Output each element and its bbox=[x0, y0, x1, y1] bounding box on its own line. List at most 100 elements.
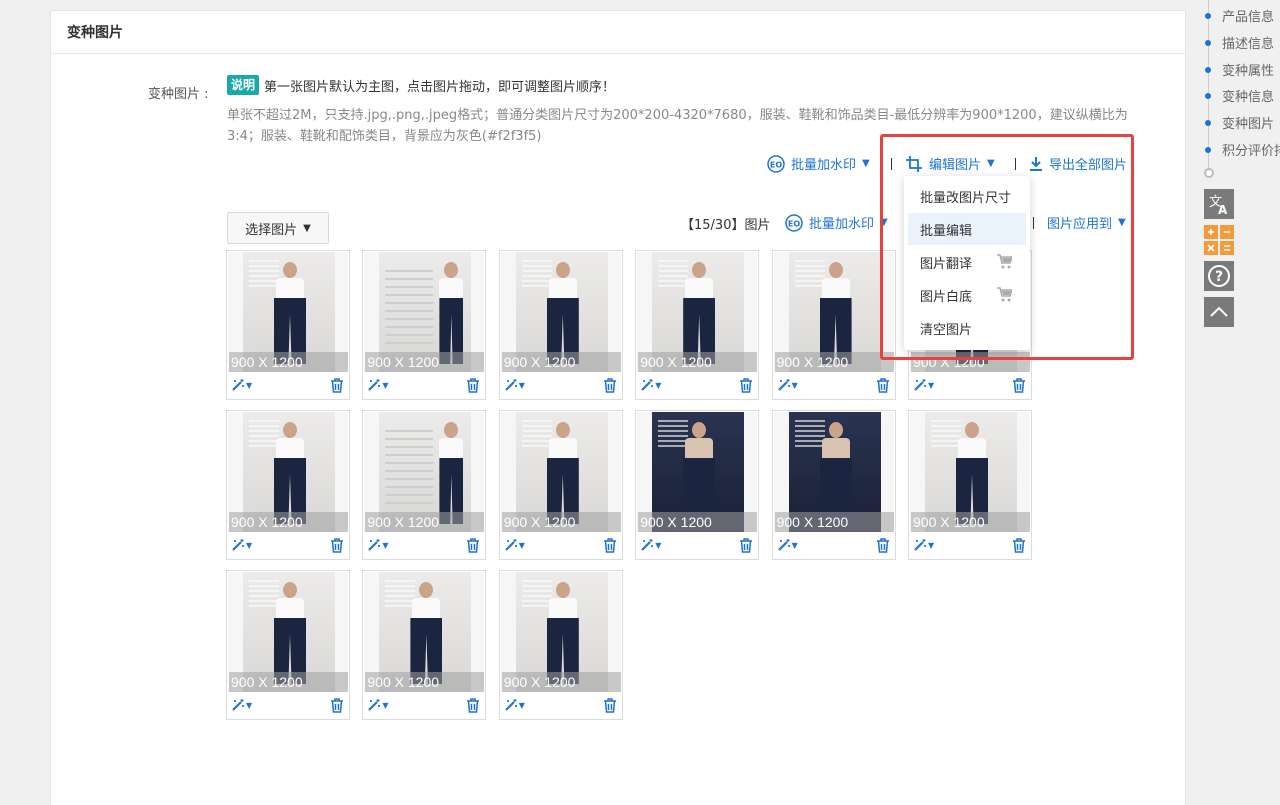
magic-wand-icon bbox=[505, 699, 517, 711]
image-thumbnail[interactable]: 900 X 1200 ▼ bbox=[362, 410, 487, 560]
magic-wand-button[interactable]: ▼ bbox=[913, 538, 934, 552]
trash-icon bbox=[740, 538, 753, 553]
thumbnail-actions: ▼ bbox=[227, 695, 349, 719]
nav-item-variant-info[interactable]: 变种信息 bbox=[1205, 86, 1274, 105]
nav-item-label: 变种图片 bbox=[1222, 117, 1275, 132]
back-to-top-button[interactable] bbox=[1204, 297, 1234, 327]
product-image: 900 X 1200 bbox=[637, 252, 758, 372]
product-image: 900 X 1200 bbox=[500, 572, 621, 692]
delete-button[interactable] bbox=[466, 378, 480, 397]
translate-tool-button[interactable]: 文A bbox=[1204, 189, 1234, 219]
delete-button[interactable] bbox=[330, 698, 344, 717]
nav-item-description[interactable]: 描述信息 bbox=[1205, 33, 1274, 52]
magic-wand-button[interactable]: ▼ bbox=[231, 698, 252, 712]
help-tool-button[interactable]: ? bbox=[1204, 261, 1234, 291]
svg-text:EO: EO bbox=[788, 219, 800, 228]
magic-wand-icon bbox=[232, 699, 244, 711]
nav-item-label: 产品信息 bbox=[1222, 10, 1275, 25]
image-thumbnail[interactable]: 900 X 1200 ▼ bbox=[226, 410, 350, 560]
trash-icon bbox=[603, 538, 616, 553]
product-image: 900 X 1200 bbox=[228, 412, 348, 532]
nav-item-variant-images[interactable]: 变种图片 bbox=[1205, 113, 1274, 132]
highlight-box bbox=[880, 134, 1134, 360]
image-size-label: 900 X 1200 bbox=[365, 672, 485, 692]
image-thumbnail[interactable]: 900 X 1200 ▼ bbox=[362, 570, 487, 720]
magic-wand-button[interactable]: ▼ bbox=[913, 378, 934, 392]
translate-icon: 文A bbox=[1209, 195, 1228, 216]
image-thumbnail[interactable]: 900 X 1200 ▼ bbox=[635, 410, 760, 560]
image-size-label: 900 X 1200 bbox=[229, 672, 348, 692]
magic-wand-button[interactable]: ▼ bbox=[640, 378, 661, 392]
delete-button[interactable] bbox=[876, 538, 890, 557]
magic-wand-button[interactable]: ▼ bbox=[504, 378, 525, 392]
nav-item-reviews[interactable]: 积分评价排 bbox=[1205, 140, 1280, 159]
trash-icon bbox=[467, 538, 480, 553]
image-thumbnail[interactable]: 900 X 1200 ▼ bbox=[498, 250, 623, 400]
calculator-tool-button[interactable] bbox=[1204, 225, 1234, 255]
magic-wand-button[interactable]: ▼ bbox=[640, 538, 661, 552]
note-text: 第一张图片默认为主图，点击图片拖动，即可调整图片顺序！ bbox=[264, 79, 616, 95]
image-thumbnail[interactable]: 900 X 1200 ▼ bbox=[635, 250, 760, 400]
delete-button[interactable] bbox=[603, 378, 617, 397]
field-label: 变种图片 : bbox=[148, 87, 209, 102]
delete-button[interactable] bbox=[466, 698, 480, 717]
delete-button[interactable] bbox=[603, 698, 617, 717]
delete-button[interactable] bbox=[330, 378, 344, 397]
delete-button[interactable] bbox=[739, 538, 753, 557]
delete-button[interactable] bbox=[466, 538, 480, 557]
image-size-label: 900 X 1200 bbox=[365, 512, 485, 532]
magic-wand-icon bbox=[368, 699, 381, 711]
magic-wand-icon bbox=[914, 539, 926, 551]
image-thumbnail[interactable]: 900 X 1200 ▼ bbox=[498, 570, 623, 720]
image-thumbnail[interactable]: 900 X 1200 ▼ bbox=[226, 570, 350, 720]
image-size-label: 900 X 1200 bbox=[229, 512, 348, 532]
chevron-down-icon: ▼ bbox=[862, 158, 870, 169]
trash-icon bbox=[876, 378, 889, 393]
nav-item-variant-attributes[interactable]: 变种属性 bbox=[1205, 60, 1274, 79]
select-images-button[interactable]: 选择图片 ▼ bbox=[227, 212, 329, 244]
image-thumbnail[interactable]: 900 X 1200 ▼ bbox=[362, 250, 487, 400]
magic-wand-button[interactable]: ▼ bbox=[231, 378, 252, 392]
delete-button[interactable] bbox=[603, 538, 617, 557]
image-thumbnail[interactable]: 900 X 1200 ▼ bbox=[771, 410, 896, 560]
image-size-label: 900 X 1200 bbox=[501, 352, 621, 372]
nav-item-product-info[interactable]: 产品信息 bbox=[1205, 6, 1274, 25]
card-header: 变种图片 bbox=[51, 11, 1185, 54]
delete-button[interactable] bbox=[876, 378, 890, 397]
chevron-down-icon: ▼ bbox=[518, 700, 525, 710]
delete-button[interactable] bbox=[739, 378, 753, 397]
batch-watermark-button[interactable]: EO 批量加水印 ▼ bbox=[785, 213, 888, 232]
magic-wand-button[interactable]: ▼ bbox=[231, 538, 252, 552]
thumbnail-actions: ▼ bbox=[363, 695, 485, 719]
image-thumbnail[interactable]: 900 X 1200 ▼ bbox=[226, 250, 350, 400]
batch-watermark-label: 批量加水印 bbox=[791, 158, 857, 173]
magic-wand-button[interactable]: ▼ bbox=[777, 538, 798, 552]
trash-icon bbox=[331, 698, 343, 713]
magic-wand-button[interactable]: ▼ bbox=[367, 698, 389, 712]
batch-watermark-button-top[interactable]: EO 批量加水印 ▼ bbox=[767, 154, 870, 173]
delete-button[interactable] bbox=[1012, 378, 1026, 397]
magic-wand-button[interactable]: ▼ bbox=[367, 378, 389, 392]
image-thumbnail[interactable]: 900 X 1200 ▼ bbox=[498, 410, 623, 560]
magic-wand-button[interactable]: ▼ bbox=[504, 698, 525, 712]
product-image: 900 X 1200 bbox=[364, 412, 485, 532]
thumbnail-actions: ▼ bbox=[773, 375, 895, 399]
image-thumbnail[interactable]: 900 X 1200 ▼ bbox=[908, 410, 1032, 560]
product-image: 900 X 1200 bbox=[364, 572, 485, 692]
magic-wand-button[interactable]: ▼ bbox=[777, 378, 798, 392]
note-badge: 说明 bbox=[227, 75, 260, 95]
nav-dot bbox=[1205, 92, 1211, 99]
magic-wand-icon bbox=[368, 539, 381, 551]
image-thumbnail[interactable]: 900 X 1200 ▼ bbox=[771, 250, 896, 400]
chevron-down-icon: ▼ bbox=[655, 380, 662, 390]
thumbnail-actions: ▼ bbox=[636, 535, 758, 559]
magic-wand-button[interactable]: ▼ bbox=[504, 538, 525, 552]
chevron-down-icon: ▼ bbox=[518, 380, 525, 390]
delete-button[interactable] bbox=[1012, 538, 1026, 557]
delete-button[interactable] bbox=[330, 538, 344, 557]
magic-wand-button[interactable]: ▼ bbox=[367, 538, 389, 552]
watermark-icon: EO bbox=[767, 154, 785, 173]
thumbnail-actions: ▼ bbox=[500, 535, 622, 559]
magic-wand-icon bbox=[777, 379, 790, 391]
product-image: 900 X 1200 bbox=[500, 252, 621, 372]
